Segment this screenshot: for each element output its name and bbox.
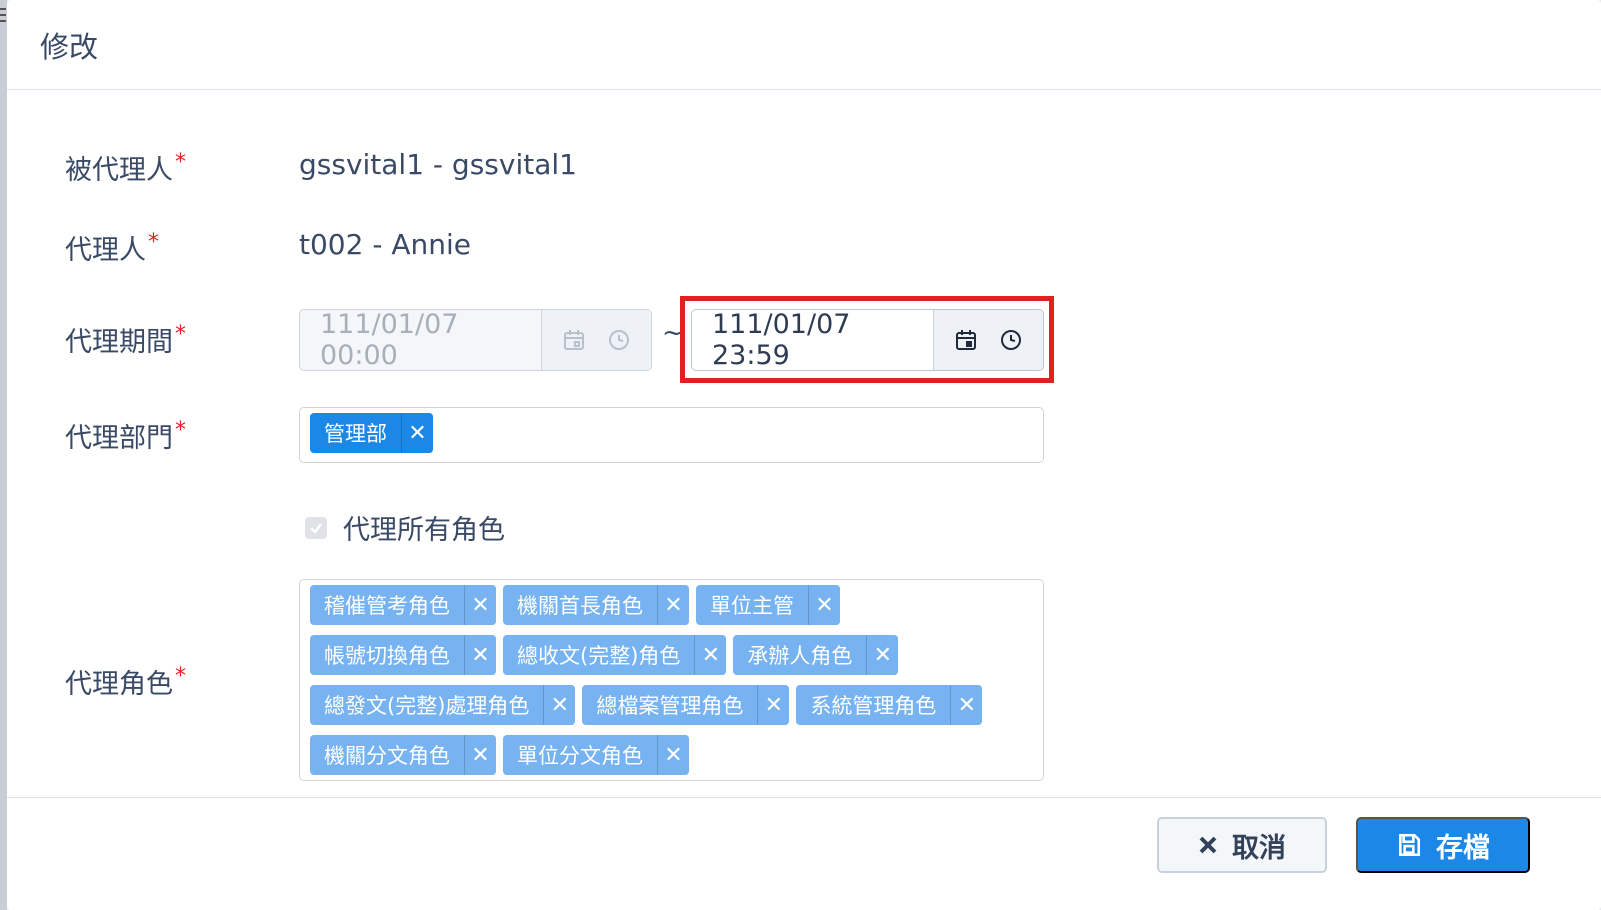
all-roles-label: 代理所有角色 [343,515,505,546]
roles-label: 代理角色* [65,662,186,701]
all-roles-row: 代理所有角色 [305,508,505,547]
tag-label: 系統管理角色 [810,694,937,718]
remove-tag-icon: ✕ [950,685,983,725]
dialog-header: 修改 [7,0,1601,90]
cancel-button[interactable]: 取消 [1157,817,1327,873]
backdrop-edge [0,0,7,910]
clock-icon [608,330,629,350]
tag-label: 承辦人角色 [747,644,853,668]
period-end-addon [933,310,1043,370]
department-tags: 管理部 ✕ [310,413,1033,463]
period-label-text: 代理期間 [65,327,173,358]
tag-item: 管理部 ✕ [310,413,433,453]
tag-item: 單位主管 ✕ [696,585,840,625]
tag-item: 承辦人角色 ✕ [733,635,899,675]
tag-item: 機關分文角色 ✕ [310,735,496,775]
tag-label: 稽催管考角色 [324,594,450,618]
edit-dialog: 修改 被代理人* gssvital1 - gssvital1 代理人* t002… [7,0,1601,910]
tag-item: 機關首長角色 ✕ [503,585,689,625]
tag-label: 機關分文角色 [324,744,450,768]
tag-label: 帳號切換角色 [324,644,450,668]
agent-label-text: 代理人 [65,235,146,266]
principal-label-text: 被代理人 [65,155,173,186]
remove-tag-icon: ✕ [543,685,576,725]
agent-value: t002 - Annie [299,228,471,261]
tag-item: 系統管理角色 ✕ [796,685,983,725]
tag-label: 總收文(完整)角色 [517,644,681,668]
period-label: 代理期間* [65,320,186,359]
required-marker: * [175,150,186,175]
remove-tag-icon: ✕ [757,685,790,725]
cancel-label: 取消 [1232,832,1286,863]
tag-label: 總檔案管理角色 [596,694,744,718]
tag-item: 稽催管考角色 ✕ [310,585,496,625]
dialog-footer: 取消 存檔 [7,797,1601,910]
period-end-picker[interactable]: 111/01/07 23:59 [691,309,1044,371]
tag-item: 總收文(完整)角色 ✕ [503,635,727,675]
tag-item: 總發文(完整)處理角色 ✕ [310,685,576,725]
remove-tag-icon: ✕ [464,735,496,775]
required-marker: * [175,418,186,443]
remove-tag-icon: ✕ [866,635,899,675]
required-marker: * [175,664,186,689]
remove-tag-icon[interactable]: ✕ [401,413,433,453]
menu-icon [0,8,6,22]
remove-tag-icon: ✕ [694,635,727,675]
remove-tag-icon: ✕ [464,585,496,625]
remove-tag-icon: ✕ [657,585,689,625]
tag-item: 帳號切換角色 ✕ [310,635,496,675]
close-icon [1198,835,1218,855]
tag-label: 單位分文角色 [517,744,643,768]
agent-label: 代理人* [65,228,159,267]
dialog-title: 修改 [40,29,99,64]
department-label: 代理部門* [65,416,186,455]
roles-select: 稽催管考角色 ✕ 機關首長角色 ✕ 單位主管 ✕ 帳號切換角色 ✕ 總收文(完整)角色 ✕ 承辦人角… [299,579,1044,781]
period-start-input: 111/01/07 00:00 [320,309,459,371]
calendar-icon [564,330,585,350]
remove-tag-icon: ✕ [808,585,840,625]
remove-tag-icon: ✕ [657,735,689,775]
tag-label: 總發文(完整)處理角色 [324,694,530,718]
tag-item: 單位分文角色 ✕ [503,735,689,775]
tag-label: 管理部 [324,422,387,446]
period-start-addon [541,310,651,370]
roles-label-text: 代理角色 [65,669,173,700]
required-marker: * [148,230,159,255]
roles-tags: 稽催管考角色 ✕ 機關首長角色 ✕ 單位主管 ✕ 帳號切換角色 ✕ 總收文(完整)角色 ✕ 承辦人角… [310,585,1033,785]
all-roles-checkbox[interactable] [305,516,327,539]
department-select[interactable]: 管理部 ✕ [299,407,1044,463]
principal-label: 被代理人* [65,148,186,187]
department-label-text: 代理部門 [65,423,173,454]
principal-value: gssvital1 - gssvital1 [299,148,577,181]
period-end-input[interactable]: 111/01/07 23:59 [692,310,933,370]
tag-item: 總檔案管理角色 ✕ [582,685,790,725]
tag-label: 單位主管 [710,594,794,618]
required-marker: * [175,322,186,347]
calendar-icon[interactable] [954,328,978,352]
clock-icon[interactable] [999,328,1023,352]
save-icon [1396,832,1422,858]
remove-tag-icon: ✕ [464,635,496,675]
save-button[interactable]: 存檔 [1356,817,1530,873]
tag-label: 機關首長角色 [517,594,643,618]
save-label: 存檔 [1436,832,1490,863]
period-start-picker: 111/01/07 00:00 [299,309,652,371]
check-icon [310,522,322,534]
